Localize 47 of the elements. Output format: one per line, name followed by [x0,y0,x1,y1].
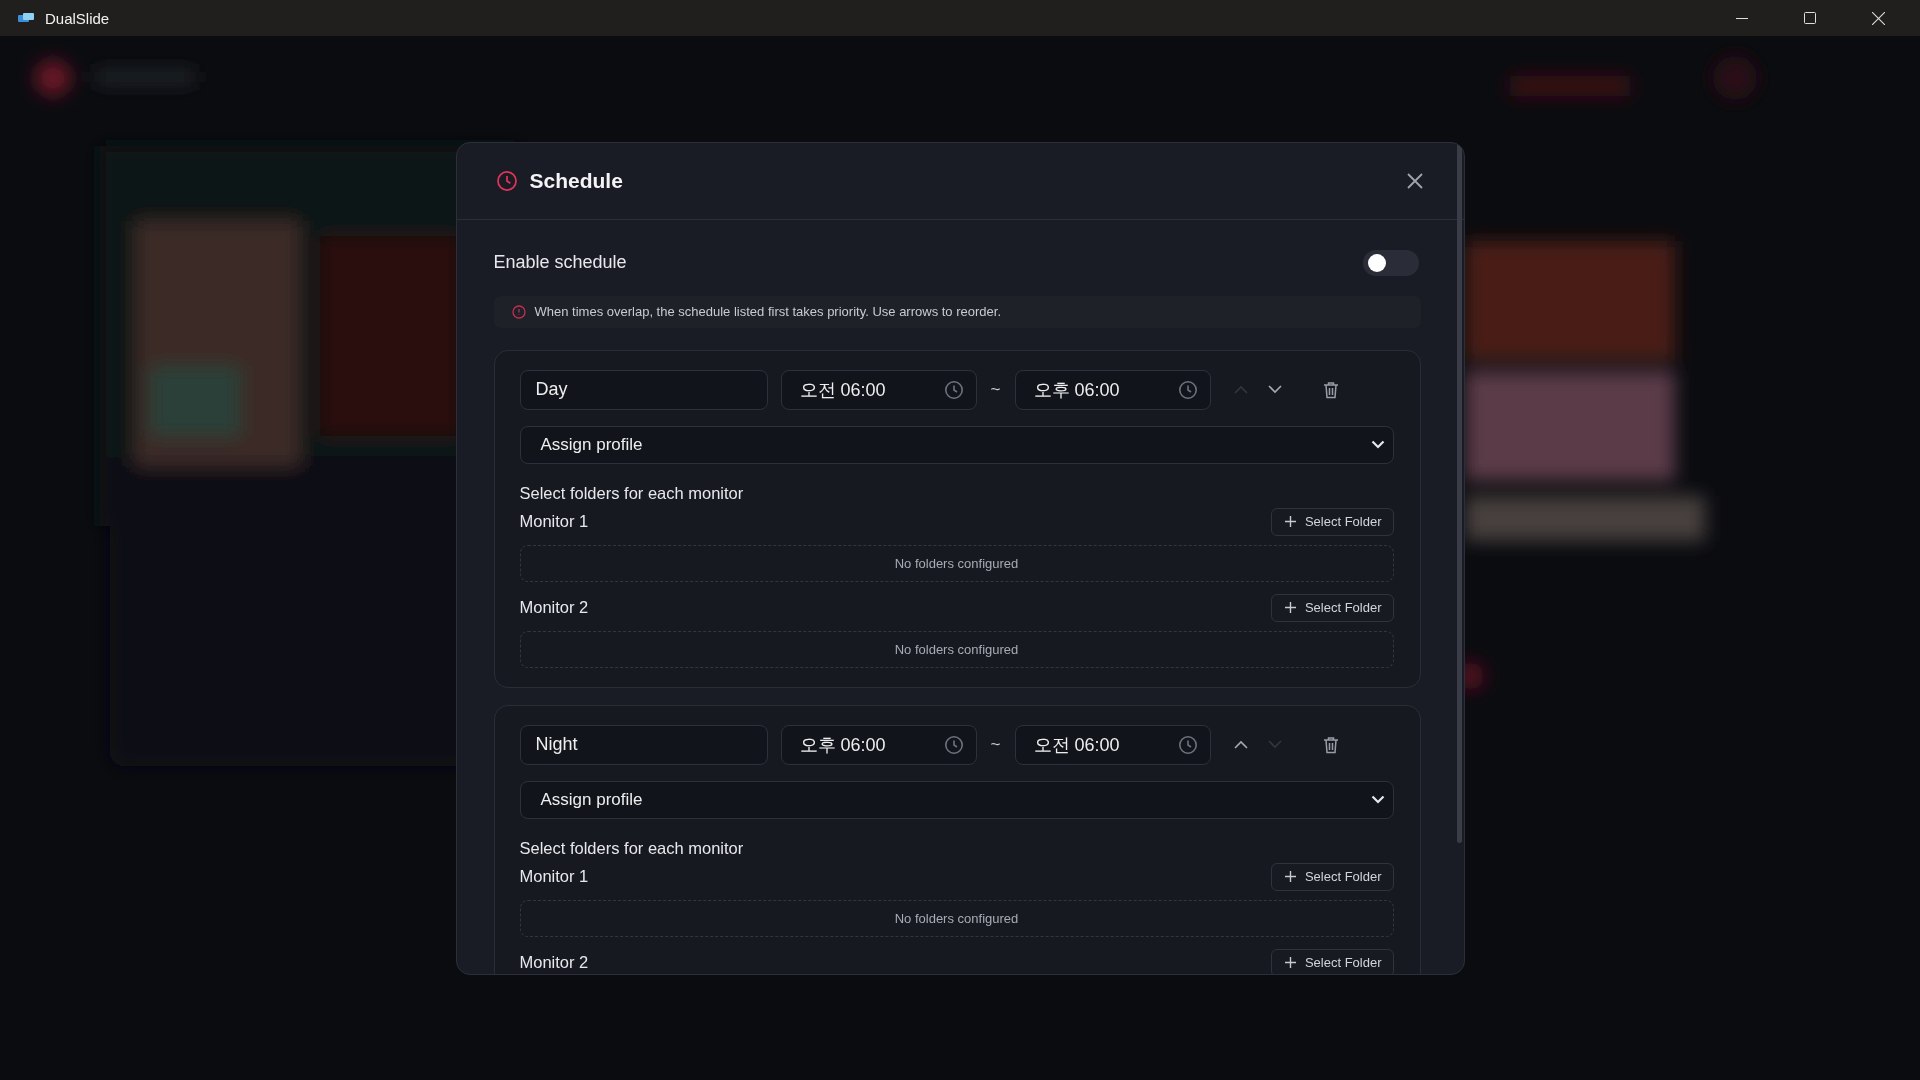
section-heading: Select folders for each monitor [519,838,745,859]
monitor-label: Monitor 2 [519,953,589,972]
empty-folder-list: No folders configured [519,899,1394,937]
plus-icon [1284,602,1296,613]
close-icon [1405,171,1424,190]
enable-label: Enable schedule [493,252,627,273]
time-field[interactable]: 오전 06:00 [1014,724,1211,765]
empty-folder-list: No folders configured [519,544,1394,582]
notice-text: When times overlap, the schedule listed first takes priority. Use arrows to reorder. [534,304,1001,319]
maximize-icon [1804,12,1816,24]
name-field[interactable]: Day [519,369,768,410]
profile-dropdown[interactable]: Assign profile [519,425,1394,464]
close-icon [1871,11,1885,25]
monitor-label: Monitor 1 [519,867,589,886]
range-separator: ~ [989,379,1002,400]
time-field[interactable]: 오후 06:00 [780,724,977,765]
info-icon [511,304,526,319]
dialog-title: Schedule [529,168,624,193]
close-button[interactable] [1405,171,1424,190]
time-field[interactable]: 오전 06:00 [780,369,977,410]
profile-dropdown[interactable]: Assign profile [519,780,1394,819]
select-folder-button[interactable]: Select Folder [1270,507,1394,536]
chevron-down-icon [1370,440,1385,449]
time-field[interactable]: 오후 06:00 [1014,369,1211,410]
clock-icon [1177,379,1198,400]
monitor-label: Monitor 2 [519,598,589,617]
trash-icon [1322,380,1339,399]
plus-icon [1284,957,1296,968]
plus-icon [1284,516,1296,527]
section-heading: Select folders for each monitor [519,483,745,504]
select-folder-button[interactable]: Select Folder [1270,948,1394,974]
clock-icon [943,379,964,400]
range-separator: ~ [989,734,1002,755]
clock-icon [943,734,964,755]
select-folder-button[interactable]: Select Folder [1270,862,1394,891]
window-title: DualSlide [45,9,110,27]
select-folder-button[interactable]: Select Folder [1270,593,1394,622]
clock-icon [495,169,518,192]
plus-icon [1284,871,1296,882]
app-icon [17,12,35,24]
empty-folder-list: No folders configured [519,630,1394,668]
chevron-down-icon [1370,795,1385,804]
clock-icon [1177,734,1198,755]
toggle-switch[interactable] [1362,249,1419,276]
name-field[interactable]: Night [519,724,768,765]
monitor-label: Monitor 1 [519,512,589,531]
trash-icon [1322,735,1339,754]
